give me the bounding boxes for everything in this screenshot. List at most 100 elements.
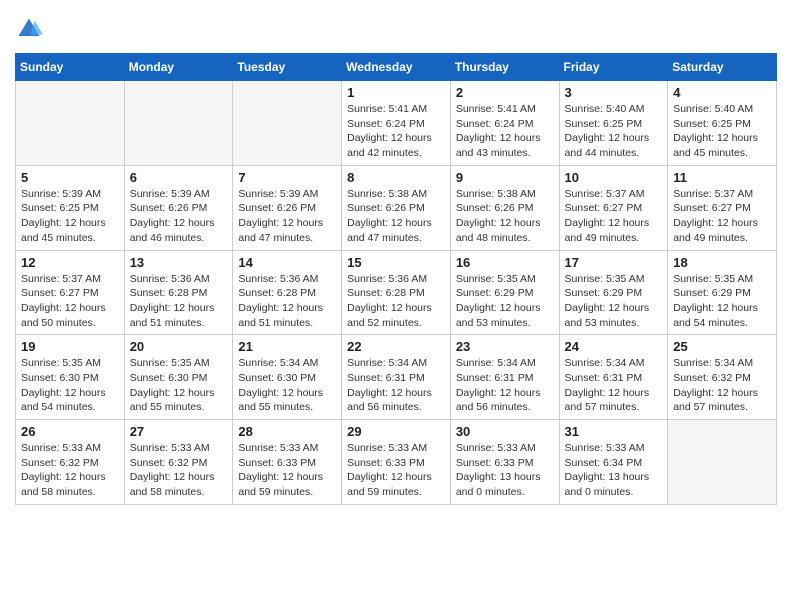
day-info: Sunrise: 5:39 AMSunset: 6:25 PMDaylight:… [21, 187, 119, 246]
day-number: 31 [565, 424, 663, 439]
calendar-cell: 8Sunrise: 5:38 AMSunset: 6:26 PMDaylight… [342, 165, 451, 250]
day-info: Sunrise: 5:38 AMSunset: 6:26 PMDaylight:… [456, 187, 554, 246]
calendar-cell: 19 Sunrise: 5:35 AMSunset: 6:30 PMDayligh… [16, 335, 125, 420]
calendar-cell: 31 Sunrise: 5:33 AMSunset: 6:34 PMDayligh… [559, 420, 668, 505]
day-info: Sunrise: 5:35 AMSunset: 6:29 PMDaylight:… [673, 272, 771, 331]
calendar-cell: 6Sunrise: 5:39 AMSunset: 6:26 PMDaylight… [124, 165, 233, 250]
week-row-3: 12 Sunrise: 5:37 AMSunset: 6:27 PMDayligh… [16, 250, 777, 335]
day-info: Sunrise: 5:41 AMSunset: 6:24 PMDaylight:… [347, 102, 445, 161]
day-number: 16 [456, 255, 554, 270]
day-info: Sunrise: 5:34 AMSunset: 6:31 PMDaylight:… [347, 356, 445, 415]
day-info: Sunrise: 5:33 AMSunset: 6:32 PMDaylight:… [130, 441, 228, 500]
day-number: 26 [21, 424, 119, 439]
day-number: 24 [565, 339, 663, 354]
day-number: 21 [238, 339, 336, 354]
calendar-cell: 30 Sunrise: 5:33 AMSunset: 6:33 PMDayligh… [450, 420, 559, 505]
day-info: Sunrise: 5:33 AMSunset: 6:33 PMDaylight:… [456, 441, 554, 500]
day-info: Sunrise: 5:37 AMSunset: 6:27 PMDaylight:… [565, 187, 663, 246]
calendar-cell: 18 Sunrise: 5:35 AMSunset: 6:29 PMDayligh… [668, 250, 777, 335]
day-info: Sunrise: 5:33 AMSunset: 6:33 PMDaylight:… [347, 441, 445, 500]
day-number: 20 [130, 339, 228, 354]
day-number: 13 [130, 255, 228, 270]
day-info: Sunrise: 5:34 AMSunset: 6:31 PMDaylight:… [456, 356, 554, 415]
day-number: 1 [347, 85, 445, 100]
day-info: Sunrise: 5:37 AMSunset: 6:27 PMDaylight:… [21, 272, 119, 331]
calendar-cell: 1 Sunrise: 5:41 AMSunset: 6:24 PMDaylight… [342, 81, 451, 166]
calendar-cell [233, 81, 342, 166]
day-number: 18 [673, 255, 771, 270]
day-info: Sunrise: 5:40 AMSunset: 6:25 PMDaylight:… [565, 102, 663, 161]
day-number: 10 [565, 170, 663, 185]
day-info: Sunrise: 5:35 AMSunset: 6:30 PMDaylight:… [21, 356, 119, 415]
day-number: 12 [21, 255, 119, 270]
day-number: 22 [347, 339, 445, 354]
logo-icon [15, 15, 43, 43]
day-number: 17 [565, 255, 663, 270]
day-info: Sunrise: 5:33 AMSunset: 6:34 PMDaylight:… [565, 441, 663, 500]
calendar-cell: 13 Sunrise: 5:36 AMSunset: 6:28 PMDayligh… [124, 250, 233, 335]
week-row-4: 19 Sunrise: 5:35 AMSunset: 6:30 PMDayligh… [16, 335, 777, 420]
day-number: 29 [347, 424, 445, 439]
day-number: 4 [673, 85, 771, 100]
day-number: 25 [673, 339, 771, 354]
day-number: 15 [347, 255, 445, 270]
day-info: Sunrise: 5:39 AMSunset: 6:26 PMDaylight:… [238, 187, 336, 246]
calendar-cell: 25 Sunrise: 5:34 AMSunset: 6:32 PMDayligh… [668, 335, 777, 420]
calendar-cell: 21 Sunrise: 5:34 AMSunset: 6:30 PMDayligh… [233, 335, 342, 420]
day-number: 2 [456, 85, 554, 100]
day-number: 8 [347, 170, 445, 185]
calendar-cell: 11 Sunrise: 5:37 AMSunset: 6:27 PMDayligh… [668, 165, 777, 250]
calendar-header-sunday: Sunday [16, 54, 125, 81]
calendar-header-friday: Friday [559, 54, 668, 81]
calendar-cell [124, 81, 233, 166]
calendar-cell: 15 Sunrise: 5:36 AMSunset: 6:28 PMDayligh… [342, 250, 451, 335]
day-info: Sunrise: 5:33 AMSunset: 6:32 PMDaylight:… [21, 441, 119, 500]
week-row-2: 5 Sunrise: 5:39 AMSunset: 6:25 PMDaylight… [16, 165, 777, 250]
day-number: 30 [456, 424, 554, 439]
calendar-cell [16, 81, 125, 166]
day-info: Sunrise: 5:34 AMSunset: 6:32 PMDaylight:… [673, 356, 771, 415]
day-info: Sunrise: 5:40 AMSunset: 6:25 PMDaylight:… [673, 102, 771, 161]
day-info: Sunrise: 5:34 AMSunset: 6:30 PMDaylight:… [238, 356, 336, 415]
day-info: Sunrise: 5:37 AMSunset: 6:27 PMDaylight:… [673, 187, 771, 246]
day-info: Sunrise: 5:34 AMSunset: 6:31 PMDaylight:… [565, 356, 663, 415]
day-number: 5 [21, 170, 119, 185]
day-info: Sunrise: 5:35 AMSunset: 6:30 PMDaylight:… [130, 356, 228, 415]
calendar-cell: 28Sunrise: 5:33 AMSunset: 6:33 PMDayligh… [233, 420, 342, 505]
day-info: Sunrise: 5:36 AMSunset: 6:28 PMDaylight:… [130, 272, 228, 331]
calendar-cell: 4 Sunrise: 5:40 AMSunset: 6:25 PMDaylight… [668, 81, 777, 166]
day-number: 14 [238, 255, 336, 270]
page: SundayMondayTuesdayWednesdayThursdayFrid… [0, 0, 792, 515]
calendar-cell: 9Sunrise: 5:38 AMSunset: 6:26 PMDaylight… [450, 165, 559, 250]
calendar-header-thursday: Thursday [450, 54, 559, 81]
calendar-header-saturday: Saturday [668, 54, 777, 81]
calendar-cell: 14 Sunrise: 5:36 AMSunset: 6:28 PMDayligh… [233, 250, 342, 335]
day-info: Sunrise: 5:39 AMSunset: 6:26 PMDaylight:… [130, 187, 228, 246]
calendar-cell: 3 Sunrise: 5:40 AMSunset: 6:25 PMDaylight… [559, 81, 668, 166]
calendar-cell: 20 Sunrise: 5:35 AMSunset: 6:30 PMDayligh… [124, 335, 233, 420]
calendar-header-monday: Monday [124, 54, 233, 81]
calendar-cell: 5 Sunrise: 5:39 AMSunset: 6:25 PMDaylight… [16, 165, 125, 250]
day-info: Sunrise: 5:35 AMSunset: 6:29 PMDaylight:… [456, 272, 554, 331]
calendar-header-row: SundayMondayTuesdayWednesdayThursdayFrid… [16, 54, 777, 81]
calendar-cell: 10 Sunrise: 5:37 AMSunset: 6:27 PMDayligh… [559, 165, 668, 250]
day-number: 23 [456, 339, 554, 354]
week-row-1: 1 Sunrise: 5:41 AMSunset: 6:24 PMDaylight… [16, 81, 777, 166]
calendar-cell: 24 Sunrise: 5:34 AMSunset: 6:31 PMDayligh… [559, 335, 668, 420]
day-number: 19 [21, 339, 119, 354]
week-row-5: 26 Sunrise: 5:33 AMSunset: 6:32 PMDayligh… [16, 420, 777, 505]
calendar-cell: 26 Sunrise: 5:33 AMSunset: 6:32 PMDayligh… [16, 420, 125, 505]
day-info: Sunrise: 5:33 AMSunset: 6:33 PMDaylight:… [238, 441, 336, 500]
day-number: 11 [673, 170, 771, 185]
day-number: 7 [238, 170, 336, 185]
calendar-cell: 27Sunrise: 5:33 AMSunset: 6:32 PMDayligh… [124, 420, 233, 505]
day-info: Sunrise: 5:35 AMSunset: 6:29 PMDaylight:… [565, 272, 663, 331]
calendar-header-tuesday: Tuesday [233, 54, 342, 81]
calendar-cell: 22 Sunrise: 5:34 AMSunset: 6:31 PMDayligh… [342, 335, 451, 420]
day-number: 3 [565, 85, 663, 100]
day-info: Sunrise: 5:36 AMSunset: 6:28 PMDaylight:… [347, 272, 445, 331]
calendar-header-wednesday: Wednesday [342, 54, 451, 81]
calendar-cell: 2Sunrise: 5:41 AMSunset: 6:24 PMDaylight… [450, 81, 559, 166]
day-info: Sunrise: 5:36 AMSunset: 6:28 PMDaylight:… [238, 272, 336, 331]
calendar-cell: 7 Sunrise: 5:39 AMSunset: 6:26 PMDaylight… [233, 165, 342, 250]
